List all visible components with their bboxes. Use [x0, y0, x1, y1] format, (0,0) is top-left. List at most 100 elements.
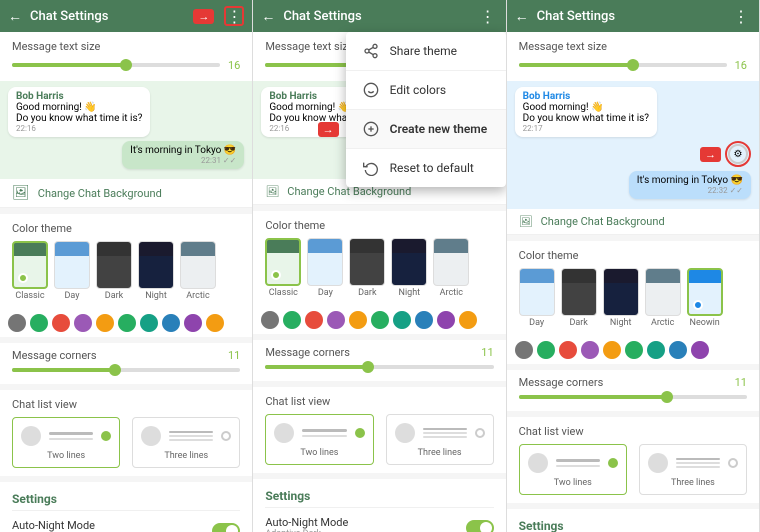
- dot-green2-3[interactable]: [625, 341, 643, 359]
- dot-violet-1[interactable]: [184, 314, 202, 332]
- header-title-2: Chat Settings: [283, 9, 469, 24]
- image-icon-3: 🖼: [519, 215, 533, 228]
- dot-green1-1[interactable]: [30, 314, 48, 332]
- menu-icon-2[interactable]: ⋮: [478, 6, 498, 26]
- content-1: Message text size 16 Bob Harris Good mor…: [0, 32, 252, 532]
- back-button-1[interactable]: ←: [8, 8, 22, 25]
- theme-night-2[interactable]: Night: [391, 238, 427, 298]
- dot-gray-2[interactable]: [261, 311, 279, 329]
- auto-night-toggle-1[interactable]: [212, 523, 240, 532]
- back-button-3[interactable]: ←: [515, 8, 529, 25]
- two-lines-option-3[interactable]: Two lines: [519, 444, 627, 495]
- dot-purple-1[interactable]: [74, 314, 92, 332]
- color-dots-1: [0, 309, 252, 337]
- dot-yellow-2[interactable]: [459, 311, 477, 329]
- dot-red-1[interactable]: [52, 314, 70, 332]
- chat-preview-1: Bob Harris Good morning! 👋 Do you know w…: [0, 81, 252, 179]
- theme-arctic-2[interactable]: Arctic: [433, 238, 469, 298]
- back-button-2[interactable]: ←: [261, 8, 275, 25]
- dot-red-2[interactable]: [305, 311, 323, 329]
- two-lines-option-2[interactable]: Two lines: [265, 414, 373, 465]
- dot-red-3[interactable]: [559, 341, 577, 359]
- dot-blue-2[interactable]: [415, 311, 433, 329]
- header-title-3: Chat Settings: [537, 9, 723, 24]
- radio-three-1: [221, 431, 231, 441]
- theme-neowin-3[interactable]: Neowin: [687, 268, 723, 328]
- theme-arctic-1[interactable]: Arctic: [180, 241, 216, 301]
- menu-icon-3[interactable]: ⋮: [731, 6, 751, 26]
- color-theme-2: Color theme Classic Day Dark Night: [253, 211, 505, 306]
- theme-night-3[interactable]: Night: [603, 268, 639, 328]
- theme-dark-1[interactable]: Dark: [96, 241, 132, 301]
- dot-yellow-1[interactable]: [206, 314, 224, 332]
- dot-green2-2[interactable]: [371, 311, 389, 329]
- dot-gray-3[interactable]: [515, 341, 533, 359]
- theme-arctic-3[interactable]: Arctic: [645, 268, 681, 328]
- dot-blue-3[interactable]: [669, 341, 687, 359]
- theme-day-3[interactable]: Day: [519, 268, 555, 328]
- auto-night-item-2[interactable]: Auto-Night Mode Adaptive Dark: [265, 512, 493, 532]
- share-icon: [362, 42, 380, 60]
- settings-section-1: Settings Auto-Night Mode Adaptive Dark I…: [0, 482, 252, 532]
- swatch-arctic-1: [180, 241, 216, 289]
- three-lines-option-1[interactable]: Three lines: [132, 417, 240, 468]
- corners-slider-3[interactable]: [519, 395, 747, 399]
- msg-corners-section-1: Message corners 11: [0, 343, 252, 384]
- dot-green1-2[interactable]: [283, 311, 301, 329]
- dot-teal-2[interactable]: [393, 311, 411, 329]
- theme-dark-3[interactable]: Dark: [561, 268, 597, 328]
- theme-classic-1[interactable]: Classic: [12, 241, 48, 301]
- msg-corners-section-2: Message corners 11: [253, 340, 505, 381]
- annotation-arrow-3: →: [700, 147, 721, 162]
- annotation-arrow-2: →: [318, 122, 339, 137]
- change-bg-3[interactable]: 🖼 Change Chat Background: [507, 209, 759, 235]
- dot-teal-3[interactable]: [647, 341, 665, 359]
- dot-gray-1[interactable]: [8, 314, 26, 332]
- dropdown-share-theme[interactable]: Share theme: [346, 32, 506, 71]
- two-lines-option-1[interactable]: Two lines: [12, 417, 120, 468]
- header-3: ← Chat Settings ⋮: [507, 0, 759, 32]
- header-1: ← Chat Settings → ⋮: [0, 0, 252, 32]
- corners-slider-2[interactable]: [265, 365, 493, 369]
- dot-green1-3[interactable]: [537, 341, 555, 359]
- slider-track-3[interactable]: [519, 63, 727, 67]
- slider-track-1[interactable]: [12, 63, 220, 67]
- swatch-day-1: [54, 241, 90, 289]
- auto-night-item-1[interactable]: Auto-Night Mode Adaptive Dark: [12, 515, 240, 532]
- dot-orange-1[interactable]: [96, 314, 114, 332]
- three-lines-option-3[interactable]: Three lines: [639, 444, 747, 495]
- gear-icon-3[interactable]: ⚙: [728, 144, 748, 164]
- three-lines-option-2[interactable]: Three lines: [386, 414, 494, 465]
- dot-violet-2[interactable]: [437, 311, 455, 329]
- dot-blue-1[interactable]: [162, 314, 180, 332]
- dot-purple-2[interactable]: [327, 311, 345, 329]
- panel-1: ← Chat Settings → ⋮ Message text size 16…: [0, 0, 253, 532]
- menu-icon-1[interactable]: ⋮: [224, 6, 244, 26]
- dropdown-create-theme[interactable]: → Create new theme: [346, 110, 506, 149]
- theme-dark-2[interactable]: Dark: [349, 238, 385, 298]
- dot-violet-3[interactable]: [691, 341, 709, 359]
- change-bg-1[interactable]: 🖼 Change Chat Background: [0, 179, 252, 208]
- theme-day-1[interactable]: Day: [54, 241, 90, 301]
- theme-classic-2[interactable]: Classic: [265, 238, 301, 298]
- slider-value-1: 16: [228, 59, 240, 72]
- received-bubble-1: Bob Harris Good morning! 👋 Do you know w…: [8, 87, 150, 137]
- dropdown-edit-colors[interactable]: Edit colors: [346, 71, 506, 110]
- dot-green2-1[interactable]: [118, 314, 136, 332]
- dot-purple-3[interactable]: [581, 341, 599, 359]
- corners-slider-1[interactable]: [12, 368, 240, 372]
- panel-3: ← Chat Settings ⋮ Message text size 16 B…: [507, 0, 760, 532]
- theme-options-1: Classic Day Dark Night Arctic: [12, 241, 240, 301]
- dot-orange-3[interactable]: [603, 341, 621, 359]
- dot-teal-1[interactable]: [140, 314, 158, 332]
- auto-night-toggle-2[interactable]: [466, 520, 494, 532]
- slider-thumb-1[interactable]: [120, 59, 132, 71]
- theme-night-1[interactable]: Night: [138, 241, 174, 301]
- dropdown-menu: Share theme Edit colors → Create new the…: [346, 32, 506, 187]
- theme-day-2[interactable]: Day: [307, 238, 343, 298]
- dropdown-reset[interactable]: Reset to default: [346, 149, 506, 187]
- sent-bubble-3: It's morning in Tokyo 😎 22:32 ✓✓: [629, 171, 751, 199]
- text-size-row-3: Message text size 16: [507, 32, 759, 81]
- chat-preview-3: Bob Harris Good morning! 👋 Do you know w…: [507, 81, 759, 209]
- dot-orange-2[interactable]: [349, 311, 367, 329]
